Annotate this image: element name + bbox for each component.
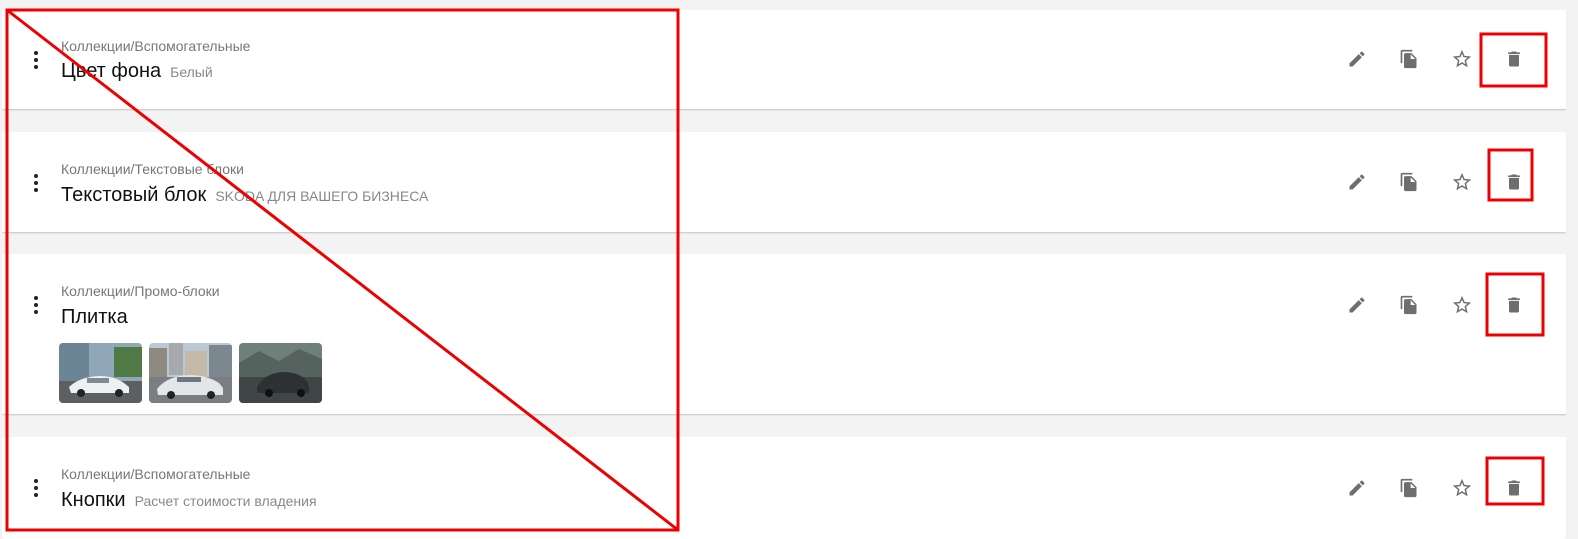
copy-icon <box>1400 172 1417 192</box>
star-icon <box>1452 478 1472 497</box>
delete-icon <box>1508 480 1520 496</box>
block-item[interactable]: Коллекции/Вспомогательные Цвет фона Белы… <box>2 10 1566 110</box>
block-title-row: Текстовый блок SKODA ДЛЯ ВАШЕГО БИЗНЕСА <box>61 184 428 207</box>
block-title: Плитка <box>61 306 128 328</box>
block-item[interactable]: Коллекции/Текстовые блоки Текстовый блок… <box>2 132 1566 233</box>
block-path: Коллекции/Вспомогательные <box>61 38 251 54</box>
copy-button[interactable] <box>1395 168 1423 196</box>
thumbnail-image[interactable] <box>59 343 142 403</box>
star-icon <box>1452 172 1472 191</box>
drag-handle-icon[interactable] <box>28 295 44 315</box>
drag-handle-icon[interactable] <box>28 173 44 193</box>
edit-button[interactable] <box>1343 291 1371 319</box>
edit-button[interactable] <box>1343 45 1371 73</box>
delete-button[interactable] <box>1500 168 1528 196</box>
block-subtitle: Белый <box>170 64 213 80</box>
thumbnail-list <box>59 343 322 403</box>
block-item[interactable]: Коллекции/Вспомогательные Кнопки Расчет … <box>2 437 1566 539</box>
block-title-row: Цвет фона Белый <box>61 60 213 83</box>
delete-icon <box>1508 51 1520 67</box>
star-icon <box>1452 49 1472 68</box>
block-title-row: Кнопки Расчет стоимости владения <box>61 489 317 512</box>
thumbnail-image[interactable] <box>149 343 232 403</box>
star-icon <box>1452 295 1472 314</box>
copy-icon <box>1400 478 1417 498</box>
edit-button[interactable] <box>1343 474 1371 502</box>
block-subtitle: Расчет стоимости владения <box>134 493 317 509</box>
edit-icon <box>1349 480 1365 496</box>
thumbnail-image[interactable] <box>239 343 322 403</box>
drag-handle-icon[interactable] <box>28 478 44 498</box>
favorite-button[interactable] <box>1448 474 1476 502</box>
edit-icon <box>1349 51 1365 67</box>
block-title-row: Плитка <box>61 306 128 329</box>
block-path: Коллекции/Вспомогательные <box>61 466 251 482</box>
copy-button[interactable] <box>1395 474 1423 502</box>
edit-button[interactable] <box>1343 168 1371 196</box>
block-title: Кнопки <box>61 489 126 511</box>
block-title: Текстовый блок <box>61 184 207 206</box>
block-item[interactable]: Коллекции/Промо-блоки Плитка <box>2 254 1566 415</box>
drag-handle-icon[interactable] <box>28 50 44 70</box>
edit-icon <box>1349 174 1365 190</box>
copy-icon <box>1400 295 1417 315</box>
copy-icon <box>1400 49 1417 69</box>
block-path: Коллекции/Промо-блоки <box>61 283 220 299</box>
favorite-button[interactable] <box>1448 168 1476 196</box>
block-title: Цвет фона <box>61 60 162 82</box>
copy-button[interactable] <box>1395 45 1423 73</box>
delete-icon <box>1508 297 1520 313</box>
block-path: Коллекции/Текстовые блоки <box>61 161 244 177</box>
block-subtitle: SKODA ДЛЯ ВАШЕГО БИЗНЕСА <box>215 188 429 204</box>
delete-button[interactable] <box>1500 474 1528 502</box>
copy-button[interactable] <box>1395 291 1423 319</box>
edit-icon <box>1349 297 1365 313</box>
delete-button[interactable] <box>1500 291 1528 319</box>
favorite-button[interactable] <box>1448 45 1476 73</box>
favorite-button[interactable] <box>1448 291 1476 319</box>
delete-icon <box>1508 174 1520 190</box>
delete-button[interactable] <box>1500 45 1528 73</box>
